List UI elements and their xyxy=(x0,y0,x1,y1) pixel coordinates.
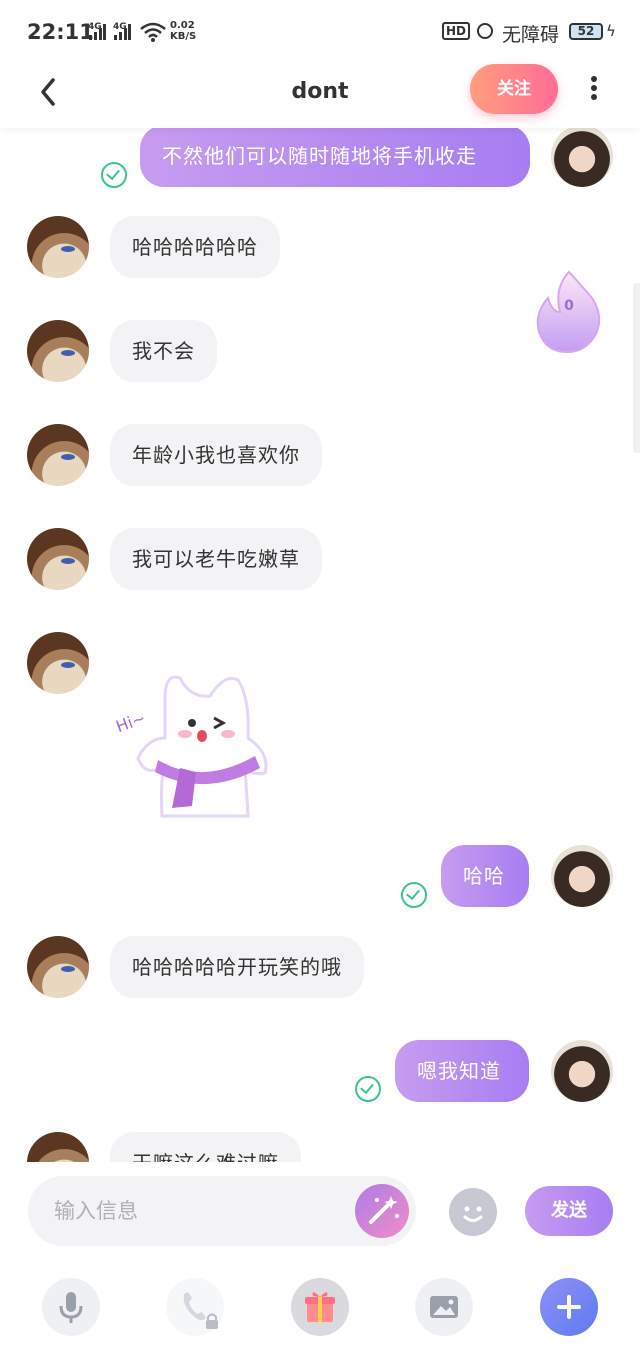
incoming-message[interactable]: 我不会 xyxy=(110,320,217,382)
incoming-message[interactable]: 年龄小我也喜欢你 xyxy=(110,424,322,486)
image-icon xyxy=(430,1296,458,1318)
contact-avatar[interactable] xyxy=(27,216,89,278)
incoming-message[interactable]: 我可以老牛吃嫩草 xyxy=(110,528,322,590)
hd-voice-badge: HD xyxy=(442,22,471,40)
flame-count: 0 xyxy=(564,298,574,314)
bottom-toolbar xyxy=(0,1262,640,1351)
network-speed: 0.02 KB/S xyxy=(170,20,196,42)
wifi-icon xyxy=(140,22,166,42)
status-bar: 22:11 4G 4G 0.02 KB/S HD 无障碍 52 ϟ xyxy=(0,0,640,62)
message-input-bar: 发送 xyxy=(0,1162,640,1262)
hi-cat-sticker[interactable]: Hi~ xyxy=(110,668,290,818)
network-speed-value: 0.02 xyxy=(170,20,195,31)
my-avatar[interactable] xyxy=(551,1040,613,1102)
phone-icon xyxy=(183,1292,218,1329)
my-avatar[interactable] xyxy=(551,128,613,187)
incoming-message[interactable]: 哈哈哈哈哈哈 xyxy=(110,216,280,278)
microphone-icon xyxy=(59,1292,83,1323)
sticker-hi-text: Hi~ xyxy=(113,708,148,736)
gift-button[interactable] xyxy=(291,1278,349,1336)
plus-icon xyxy=(557,1295,581,1319)
gift-icon xyxy=(305,1292,335,1322)
my-avatar[interactable] xyxy=(551,845,613,907)
contact-avatar[interactable] xyxy=(27,936,89,998)
contact-avatar[interactable] xyxy=(27,320,89,382)
battery-indicator: 52 xyxy=(569,23,603,40)
more-options-icon[interactable] xyxy=(586,74,602,104)
photo-button[interactable] xyxy=(415,1278,473,1336)
intimacy-flame-badge[interactable]: 0 xyxy=(534,268,604,354)
read-check-icon xyxy=(355,1076,381,1102)
contact-avatar[interactable] xyxy=(27,1132,89,1162)
more-tools-button[interactable] xyxy=(540,1278,598,1336)
read-check-icon xyxy=(401,882,427,908)
lock-icon xyxy=(477,23,493,39)
contact-avatar[interactable] xyxy=(27,424,89,486)
contact-avatar[interactable] xyxy=(27,528,89,590)
outgoing-message[interactable]: 哈哈 xyxy=(441,845,529,907)
network-speed-unit: KB/S xyxy=(170,31,197,42)
follow-button[interactable]: 关注 xyxy=(470,64,558,114)
outgoing-message[interactable]: 嗯我知道 xyxy=(395,1040,529,1102)
charging-icon: ϟ xyxy=(606,22,616,40)
accessibility-label: 无障碍 xyxy=(502,24,560,46)
magic-wand-button[interactable] xyxy=(355,1184,409,1238)
emoji-button[interactable] xyxy=(449,1188,497,1236)
side-drawer-handle[interactable] xyxy=(633,283,640,453)
incoming-message[interactable]: 哈哈哈哈哈开玩笑的哦 xyxy=(110,936,364,998)
incoming-message[interactable]: 干嘛这么难过嘛 xyxy=(110,1132,301,1162)
magic-wand-icon xyxy=(369,1196,399,1224)
send-button[interactable]: 发送 xyxy=(525,1186,613,1236)
status-time: 22:11 xyxy=(27,20,94,44)
contact-avatar[interactable] xyxy=(27,632,89,694)
signal-icon xyxy=(114,24,131,40)
signal-icon xyxy=(89,24,106,40)
chat-header: dont 关注 xyxy=(0,62,640,128)
voice-button[interactable] xyxy=(42,1278,100,1336)
outgoing-message[interactable]: 不然他们可以随时随地将手机收走 xyxy=(140,128,530,187)
message-list[interactable]: 不然他们可以随时随地将手机收走 哈哈哈哈哈哈 我不会 年龄小我也喜欢你 我可以老… xyxy=(0,128,640,1162)
call-button[interactable] xyxy=(166,1278,224,1336)
read-check-icon xyxy=(101,162,127,188)
smiley-icon xyxy=(463,1206,483,1222)
